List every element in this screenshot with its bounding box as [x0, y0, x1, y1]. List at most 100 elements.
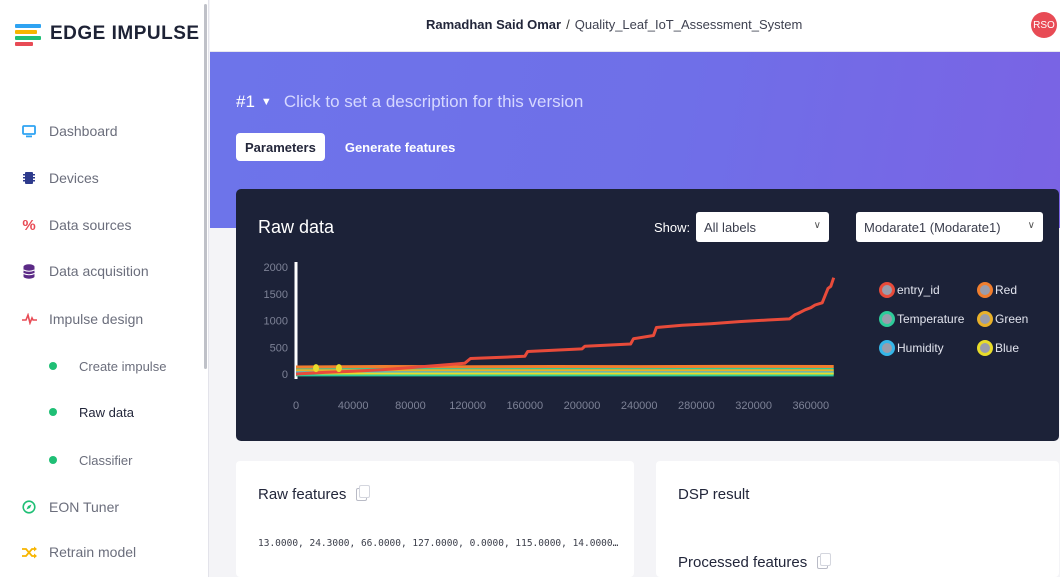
copy-icon[interactable]: [356, 485, 371, 501]
breadcrumb: Ramadhan Said Omar / Quality_Leaf_IoT_Asse…: [426, 17, 802, 32]
y-tick-label: 2000: [264, 262, 288, 274]
legend-swatch: [977, 311, 993, 327]
sidebar-item-data-sources[interactable]: % Data sources: [0, 205, 205, 245]
sidebar-subitem-label: Raw data: [79, 404, 134, 420]
caret-down-icon: ▼: [260, 96, 272, 108]
x-tick-label: 40000: [338, 400, 369, 412]
tab-generate-features[interactable]: Generate features: [336, 133, 465, 161]
legend-swatch: [879, 311, 895, 327]
chevron-down-icon: ∨: [1027, 220, 1035, 231]
copy-icon[interactable]: [817, 553, 832, 569]
x-tick-label: 80000: [395, 400, 426, 412]
logo-text: EDGE IMPULSE: [50, 23, 200, 44]
legend-item-humidity[interactable]: Humidity: [879, 340, 944, 356]
legend-label: Blue: [995, 341, 1020, 355]
raw-features-values: 13.0000, 24.3000, 66.0000, 127.0000, 0.0…: [258, 538, 619, 549]
x-tick-label: 280000: [678, 400, 715, 412]
top-bar: Ramadhan Said Omar / Quality_Leaf_IoT_Asse…: [210, 0, 1060, 52]
sidebar-item-impulse-design[interactable]: Impulse design: [0, 299, 205, 339]
panel-title: Raw data: [258, 217, 335, 237]
legend-swatch: [977, 340, 993, 356]
sidebar-item-label: Devices: [49, 170, 99, 186]
label-filter-value: All labels: [704, 219, 757, 235]
tab-parameters[interactable]: Parameters: [236, 133, 325, 161]
label-filter-select[interactable]: All labels ∨: [696, 212, 829, 242]
legend-swatch: [879, 340, 895, 356]
legend-swatch: [977, 282, 993, 298]
processed-features-title: Processed features: [678, 553, 832, 571]
sample-select[interactable]: Modarate1 (Modarate1) ∨: [856, 212, 1043, 242]
processed-features-heading: Processed features: [678, 554, 808, 571]
status-dot: [49, 456, 57, 464]
legend-label: Humidity: [897, 341, 944, 355]
x-tick-label: 360000: [792, 400, 829, 412]
x-tick-label: 0: [293, 400, 299, 412]
series-line-red: [295, 364, 834, 369]
sidebar-subitem-raw-data[interactable]: Raw data: [0, 392, 205, 432]
sidebar-item-label: Data sources: [49, 217, 132, 233]
legend-label: Green: [995, 312, 1029, 326]
x-tick-label: 200000: [564, 400, 601, 412]
sample-value: Modarate1 (Modarate1): [864, 219, 1001, 235]
version-description[interactable]: Click to set a description for this vers…: [284, 92, 584, 112]
data-point: [335, 364, 342, 373]
series-line-entry-id: [295, 277, 836, 376]
y-tick-label: 500: [270, 342, 288, 354]
pulse-icon: [21, 311, 37, 327]
sidebar-item-devices[interactable]: Devices: [0, 158, 205, 198]
sidebar-item-label: Impulse design: [49, 311, 144, 327]
x-tick-label: 320000: [735, 400, 772, 412]
breadcrumb-user[interactable]: Ramadhan Said Omar: [426, 17, 561, 32]
percent-icon: %: [22, 216, 36, 234]
sidebar-item-label: Data acquisition: [49, 263, 149, 279]
version-number: #1: [236, 92, 255, 111]
chip-icon: [21, 170, 37, 186]
edge-impulse-logo-icon: [15, 22, 41, 46]
sidebar-item-retrain-model[interactable]: Retrain model: [0, 532, 205, 572]
raw-data-panel: 2000 1500 1000 500 0 0 40000 80000 120000 160000 2…: [236, 189, 1059, 441]
x-tick-label: 120000: [449, 400, 486, 412]
sidebar: EDGE IMPULSE Dashboard Devices % Data so…: [0, 0, 209, 577]
sidebar-item-label: EON Tuner: [49, 499, 120, 515]
legend-item-green[interactable]: Green: [977, 311, 1028, 327]
tab-bar: Parameters Generate features: [236, 133, 464, 161]
dsp-result-card: DSP result Processed features: [656, 461, 1059, 577]
legend-item-entry-id[interactable]: entry_id: [879, 282, 940, 298]
raw-features-card: Raw features 13.0000, 24.3000, 66.0000, …: [236, 461, 634, 577]
sidebar-subitem-classifier[interactable]: Classifier: [0, 440, 205, 480]
show-label: Show:: [654, 220, 691, 235]
chevron-down-icon: ∨: [813, 220, 821, 231]
chart-legend: entry_id Red Temperature Green Humidity …: [879, 282, 1049, 372]
sidebar-subitem-create-impulse[interactable]: Create impulse: [0, 346, 205, 386]
data-point: [313, 364, 320, 373]
sidebar-item-dashboard[interactable]: Dashboard: [0, 111, 205, 151]
legend-item-blue[interactable]: Blue: [977, 340, 1019, 356]
legend-label: Temperature: [897, 312, 965, 326]
y-tick-label: 1000: [264, 316, 288, 328]
compass-icon: [21, 499, 37, 515]
sidebar-subitem-label: Classifier: [79, 452, 133, 468]
dsp-result-title: DSP result: [678, 486, 750, 503]
y-tick-label: 1500: [264, 289, 288, 301]
monitor-icon: [21, 123, 37, 139]
sidebar-item-label: Dashboard: [49, 123, 118, 139]
x-tick-label: 160000: [506, 400, 543, 412]
legend-item-red[interactable]: Red: [977, 282, 1017, 298]
logo[interactable]: EDGE IMPULSE: [15, 22, 200, 46]
legend-label: entry_id: [897, 283, 940, 297]
sidebar-subitem-label: Create impulse: [79, 358, 167, 374]
breadcrumb-separator: /: [566, 17, 570, 32]
version-selector[interactable]: #1 ▼ Click to set a description for this…: [236, 92, 583, 112]
x-tick-label: 240000: [621, 400, 658, 412]
status-dot: [49, 408, 57, 416]
sidebar-item-label: Retrain model: [49, 544, 137, 560]
status-dot: [49, 362, 57, 370]
shuffle-icon: [21, 544, 37, 560]
legend-item-temperature[interactable]: Temperature: [879, 311, 964, 327]
database-icon: [21, 263, 37, 279]
sidebar-item-eon-tuner[interactable]: EON Tuner: [0, 487, 205, 527]
raw-features-heading: Raw features: [258, 486, 347, 503]
avatar[interactable]: RSO: [1031, 12, 1057, 38]
sidebar-item-data-acquisition[interactable]: Data acquisition: [0, 251, 205, 291]
breadcrumb-project[interactable]: Quality_Leaf_IoT_Assessment_System: [575, 17, 803, 32]
